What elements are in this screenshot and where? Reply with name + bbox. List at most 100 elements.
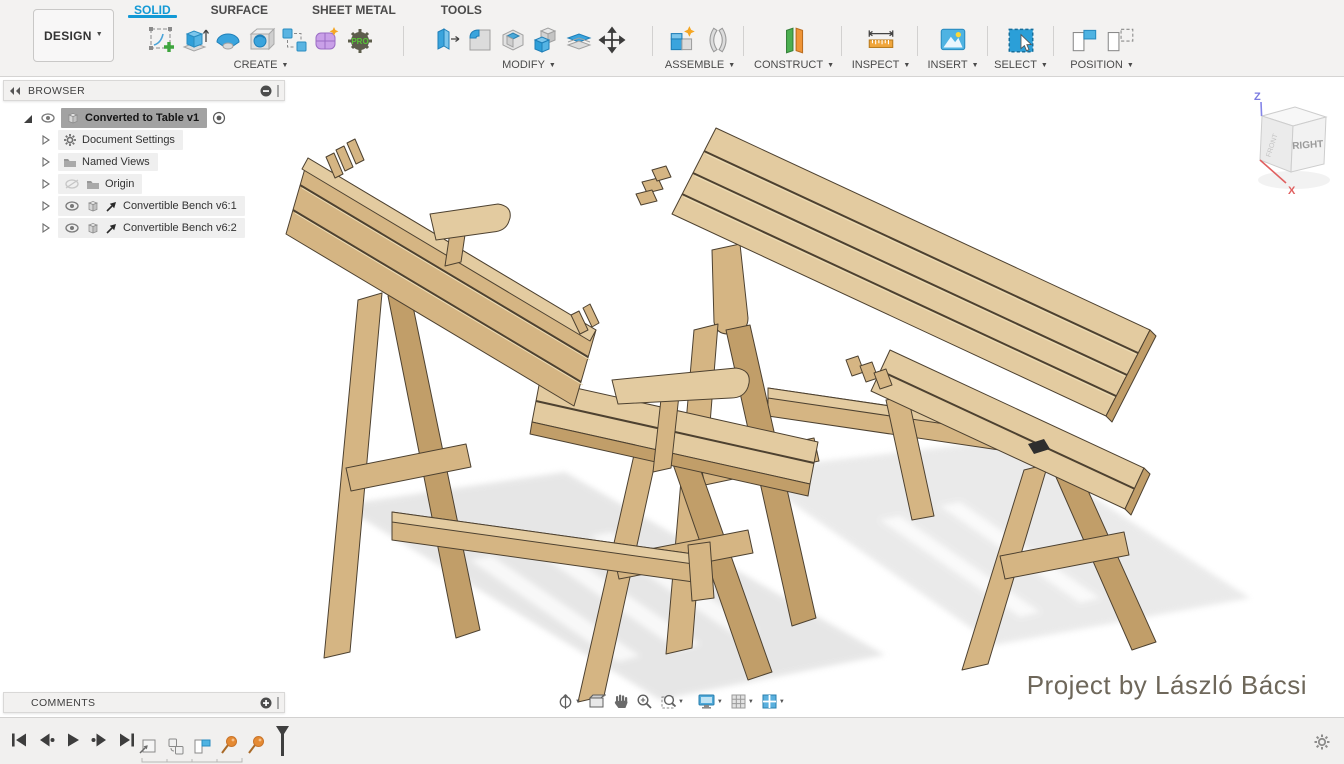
folder-icon [63,156,77,168]
orbit-button[interactable]: ▼ [557,693,581,710]
capture-position-icon[interactable] [1069,24,1101,56]
activate-radio-icon[interactable] [211,110,227,126]
hole-icon[interactable] [246,24,276,56]
dropdown-caret-icon: ▼ [678,699,684,705]
group-modify: MODIFY [406,21,652,71]
eye-icon[interactable] [39,111,57,125]
tab-sheet-metal[interactable]: SHEET METAL [306,0,402,17]
press-pull-icon[interactable] [432,24,462,56]
row-chip[interactable]: Origin [58,174,142,194]
zoom-button[interactable] [636,693,653,710]
timeline-playback-controls [10,732,136,748]
derive-icon[interactable] [138,736,158,756]
tree-row-root[interactable]: Converted to Table v1 [21,107,285,129]
shell-icon[interactable] [498,24,528,56]
skip-end-icon[interactable] [118,732,136,748]
pattern-icon[interactable] [279,24,309,56]
pin-icon[interactable] [246,734,266,756]
expand-open-icon[interactable] [21,111,35,125]
display-settings-button[interactable]: ▼ [697,693,723,710]
grid-button[interactable]: ▼ [730,693,754,710]
revert-position-icon[interactable] [1104,24,1136,56]
create-sketch-icon[interactable] [147,24,177,56]
expand-closed-icon[interactable] [40,221,52,235]
design-canvas[interactable]: RIGHT FRONT Z X BROWSER [0,78,1344,717]
tree-row-document-settings[interactable]: Document Settings [40,129,285,151]
group-modify-dropdown[interactable]: MODIFY [406,59,652,71]
capture-position-icon[interactable] [192,736,212,756]
row-chip[interactable]: Document Settings [58,130,183,150]
tree-row-bench-1[interactable]: Convertible Bench v6:1 [40,195,285,217]
insert-image-icon[interactable] [937,24,969,56]
browser-scrollbar[interactable] [277,85,279,97]
group-position-dropdown[interactable]: POSITION [1056,59,1148,71]
group-insert: INSERT [920,21,986,71]
group-create-dropdown[interactable]: CREATE [118,59,404,71]
minimize-icon[interactable] [260,85,272,97]
root-chip[interactable]: Converted to Table v1 [61,108,207,128]
row-chip[interactable]: Named Views [58,153,158,171]
fillet-icon[interactable] [465,24,495,56]
play-icon[interactable] [64,732,82,748]
comments-header[interactable]: COMMENTS [3,692,285,713]
z-axis-label: Z [1254,91,1261,103]
tree-row-named-views[interactable]: Named Views [40,151,285,173]
group-select-dropdown[interactable]: SELECT [990,59,1052,71]
revolve-icon[interactable] [213,24,243,56]
comments-scrollbar[interactable] [277,697,279,709]
browser-panel: BROWSER Converted to Table v1 [3,80,285,239]
group-insert-dropdown[interactable]: INSERT [920,59,986,71]
new-component-icon[interactable] [667,24,699,56]
tab-solid[interactable]: SOLID [128,0,177,17]
design-workspace-dropdown[interactable]: DESIGN [33,9,114,62]
pan-button[interactable] [613,693,629,710]
expand-closed-icon[interactable] [40,133,52,147]
timeline-features [138,726,290,756]
tree-row-bench-2[interactable]: Convertible Bench v6:2 [40,217,285,239]
combine-icon[interactable] [531,24,561,56]
component-group-icon[interactable] [165,736,185,756]
group-assemble-dropdown[interactable]: ASSEMBLE [656,59,744,71]
add-comment-icon[interactable] [260,697,272,709]
step-back-icon[interactable] [37,732,55,748]
window-zoom-button[interactable]: ▼ [660,693,684,710]
row-label: Document Settings [82,134,175,146]
browser-header[interactable]: BROWSER [3,80,285,101]
pin-icon[interactable] [219,734,239,756]
timeline-settings-gear-icon[interactable] [1313,733,1331,751]
viewports-button[interactable]: ▼ [761,693,785,710]
expand-closed-icon[interactable] [40,177,52,191]
skip-start-icon[interactable] [10,732,28,748]
construct-plane-icon[interactable] [778,24,810,56]
bench-left-aframe[interactable] [324,292,480,658]
offset-face-icon[interactable] [564,24,594,56]
select-icon[interactable] [1005,24,1037,56]
tab-tools[interactable]: TOOLS [435,0,488,17]
toolbar-separator [987,26,988,56]
component-icon [66,111,80,125]
tab-surface[interactable]: SURFACE [205,0,274,17]
collapse-panel-icon[interactable] [9,86,21,96]
measure-icon[interactable] [865,24,897,56]
group-inspect-dropdown[interactable]: INSPECT [845,59,917,71]
extrude-icon[interactable] [180,24,210,56]
expand-closed-icon[interactable] [40,155,52,169]
step-forward-icon[interactable] [91,732,109,748]
group-construct-dropdown[interactable]: CONSTRUCT [746,59,842,71]
plugin-icon[interactable]: PRO [345,24,375,56]
toolbar-separator [917,26,918,56]
joint-icon[interactable] [702,24,734,56]
z-axis [1261,102,1262,116]
move-icon[interactable] [597,24,627,56]
expand-closed-icon[interactable] [40,199,52,213]
form-icon[interactable] [312,24,342,56]
bench-backrest[interactable] [286,158,596,406]
look-at-button[interactable] [588,694,606,710]
display-settings-icon [697,693,716,710]
viewcube[interactable]: RIGHT FRONT Z X [1232,84,1342,202]
row-chip[interactable]: Convertible Bench v6:1 [58,196,245,216]
playhead-marker[interactable] [275,726,290,756]
row-chip[interactable]: Convertible Bench v6:2 [58,218,245,238]
tree-row-origin[interactable]: Origin [40,173,285,195]
timeline-group-bracket [140,758,250,764]
